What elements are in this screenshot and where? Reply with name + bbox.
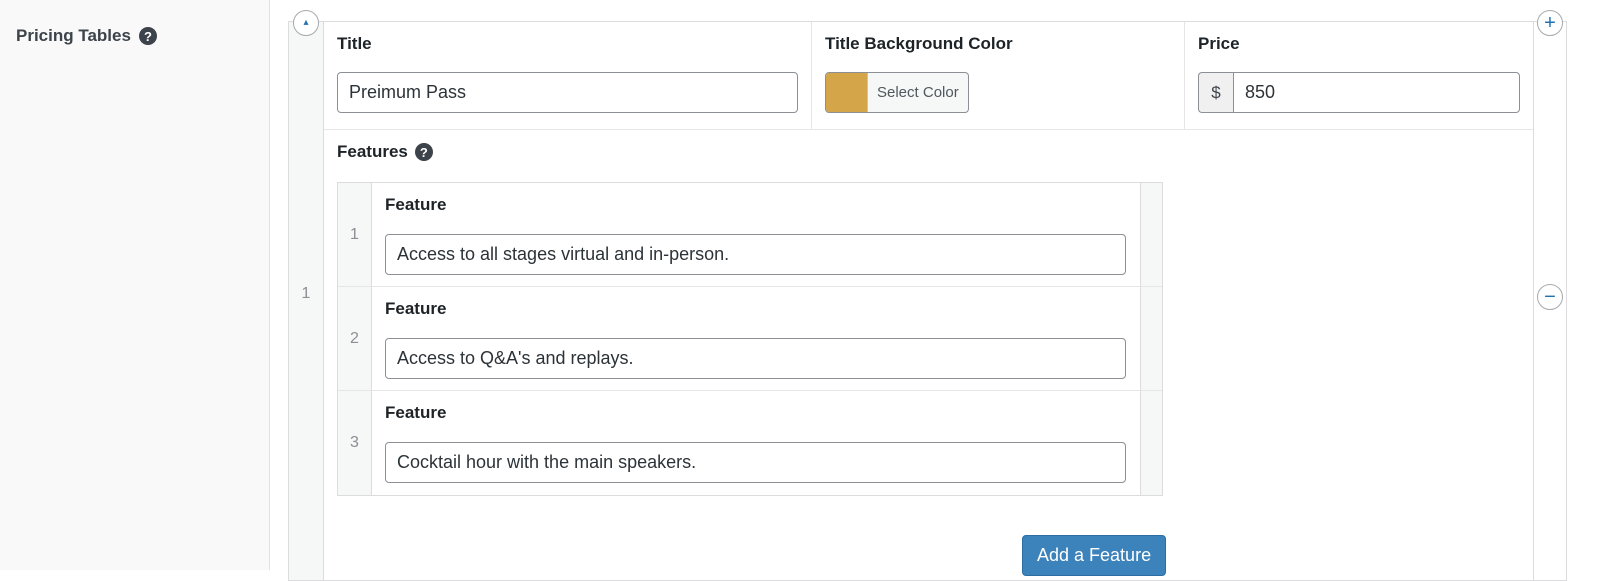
feature-field: Feature [385, 403, 1126, 483]
features-field: Features ? 1 Feature 2 Feature [324, 130, 1533, 580]
price-cell: Price $ [1185, 22, 1533, 129]
feature-field: Feature [385, 299, 1126, 379]
row-actions-column: + − [1533, 10, 1566, 580]
row-number: 1 [301, 285, 311, 302]
feature-row-actions[interactable] [1140, 183, 1162, 286]
title-label: Title [337, 34, 372, 53]
color-cell: Title Background Color Select Color [812, 22, 1185, 129]
feature-row: 3 Feature [338, 391, 1162, 495]
color-swatch [826, 73, 868, 112]
select-color-label: Select Color [877, 84, 959, 101]
feature-row: 1 Feature [338, 183, 1162, 287]
price-label: Price [1198, 34, 1240, 53]
feature-row-number: 1 [350, 225, 359, 243]
collapse-row-icon[interactable]: ▴ [293, 10, 319, 36]
currency-prepend: $ [1198, 72, 1233, 113]
feature-field: Feature [385, 195, 1126, 275]
feature-row-number: 3 [350, 434, 359, 451]
feature-row-actions[interactable] [1140, 287, 1162, 390]
pricing-tables-repeater: 1 ▴ Title Title Background Color Select … [288, 10, 1567, 581]
feature-row-order-handle[interactable]: 1 [338, 183, 372, 286]
pricing-tables-label-text: Pricing Tables [16, 26, 131, 45]
pricing-tables-label: Pricing Tables ? [16, 26, 157, 46]
remove-row-icon[interactable]: − [1537, 284, 1563, 310]
feature-label: Feature [385, 403, 447, 422]
feature-input[interactable] [385, 338, 1126, 379]
price-input[interactable] [1233, 72, 1520, 113]
feature-row-order-handle[interactable]: 3 [338, 391, 372, 495]
feature-row-order-handle[interactable]: 2 [338, 287, 372, 390]
title-input[interactable] [337, 72, 798, 113]
field-label-column: Pricing Tables ? [0, 0, 270, 570]
feature-label: Feature [385, 195, 447, 214]
feature-input[interactable] [385, 442, 1126, 483]
row-order-handle[interactable]: 1 [289, 22, 324, 580]
feature-label: Feature [385, 299, 447, 318]
features-label: Features ? [337, 142, 433, 162]
feature-row-number: 2 [350, 329, 359, 347]
add-row-icon[interactable]: + [1537, 10, 1563, 36]
feature-row: 2 Feature [338, 287, 1162, 391]
row-fields: Title Title Background Color Select Colo… [324, 22, 1533, 130]
title-cell: Title [324, 22, 812, 129]
select-color-button[interactable]: Select Color [825, 72, 969, 113]
price-input-group: $ [1198, 72, 1520, 113]
feature-input[interactable] [385, 234, 1126, 275]
help-icon[interactable]: ? [414, 143, 433, 161]
color-label: Title Background Color [825, 34, 1013, 53]
help-icon[interactable]: ? [138, 27, 157, 45]
features-label-text: Features [337, 142, 408, 161]
features-repeater: 1 Feature 2 Feature [337, 182, 1163, 496]
feature-row-actions[interactable] [1140, 391, 1162, 495]
